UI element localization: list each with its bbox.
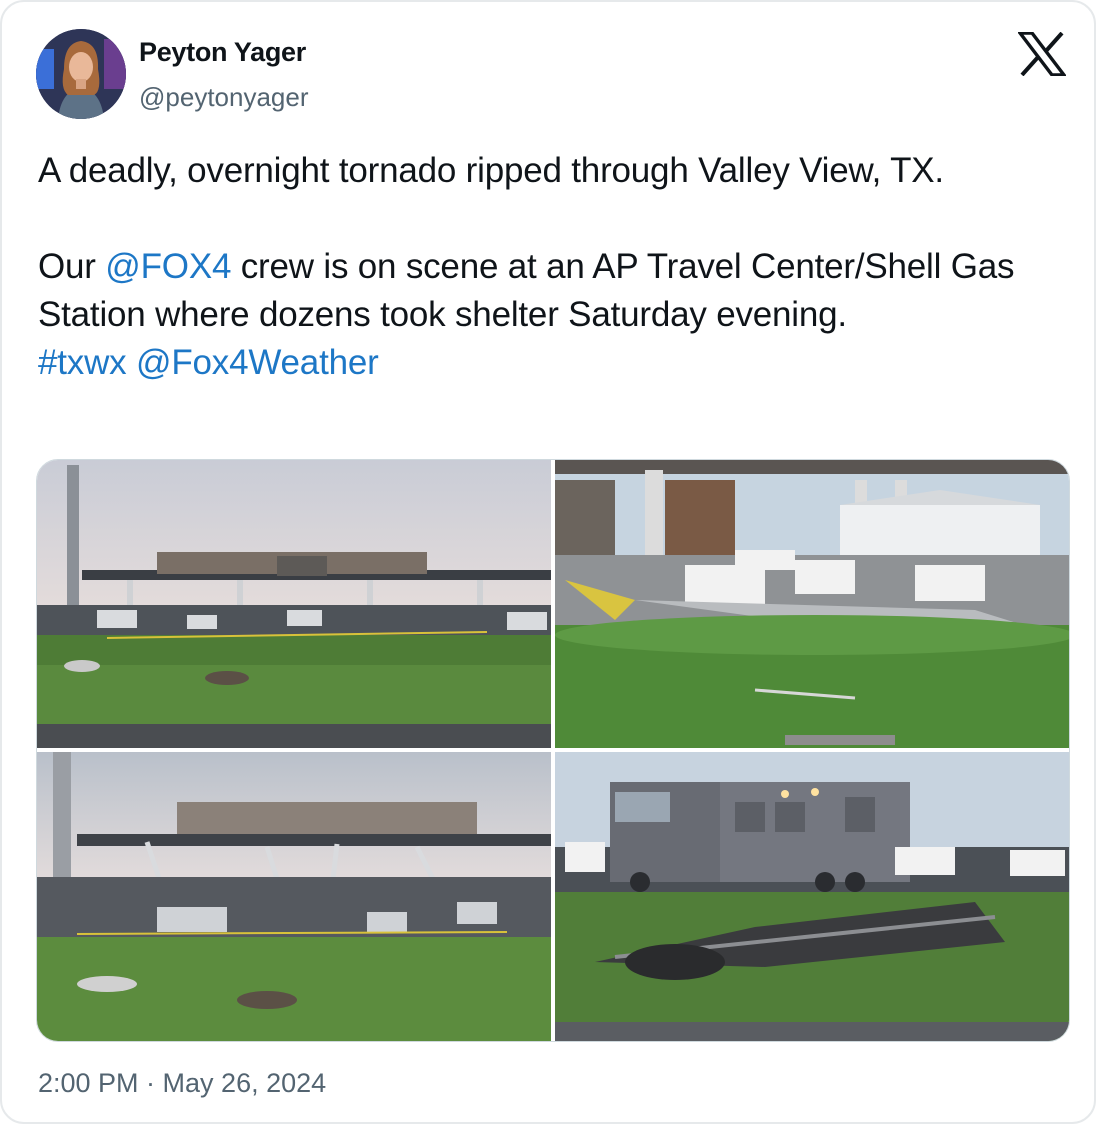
mention-fox4-link[interactable]: @FOX4 bbox=[105, 247, 231, 286]
rv-debris-photo[interactable] bbox=[555, 752, 1069, 1041]
x-logo-icon[interactable] bbox=[1016, 31, 1068, 77]
mention-fox4weather-link[interactable]: @Fox4Weather bbox=[136, 343, 379, 382]
tweet-text-before: Our bbox=[38, 247, 106, 286]
damaged-vehicles-photo[interactable] bbox=[555, 460, 1069, 748]
tweet-text: A deadly, overnight tornado ripped throu… bbox=[38, 147, 1068, 387]
tweet-timestamp[interactable]: 2:00 PM · May 26, 2024 bbox=[38, 1068, 326, 1099]
tweet-paragraph-2: Our @FOX4 crew is on scene at an AP Trav… bbox=[38, 243, 1068, 339]
author-handle[interactable]: @peytonyager bbox=[139, 82, 309, 113]
tornado-damage-gas-station-photo[interactable] bbox=[37, 460, 551, 748]
author-avatar[interactable] bbox=[36, 29, 126, 119]
tweet-tags: #txwx @Fox4Weather bbox=[38, 339, 1068, 387]
media-grid bbox=[36, 459, 1070, 1042]
tweet-card: Peyton Yager @peytonyager A deadly, over… bbox=[0, 0, 1096, 1124]
tweet-line-1: A deadly, overnight tornado ripped throu… bbox=[38, 151, 944, 190]
author-name[interactable]: Peyton Yager bbox=[139, 37, 306, 68]
hashtag-txwx-link[interactable]: #txwx bbox=[38, 343, 127, 382]
collapsed-canopy-photo[interactable] bbox=[37, 752, 551, 1041]
